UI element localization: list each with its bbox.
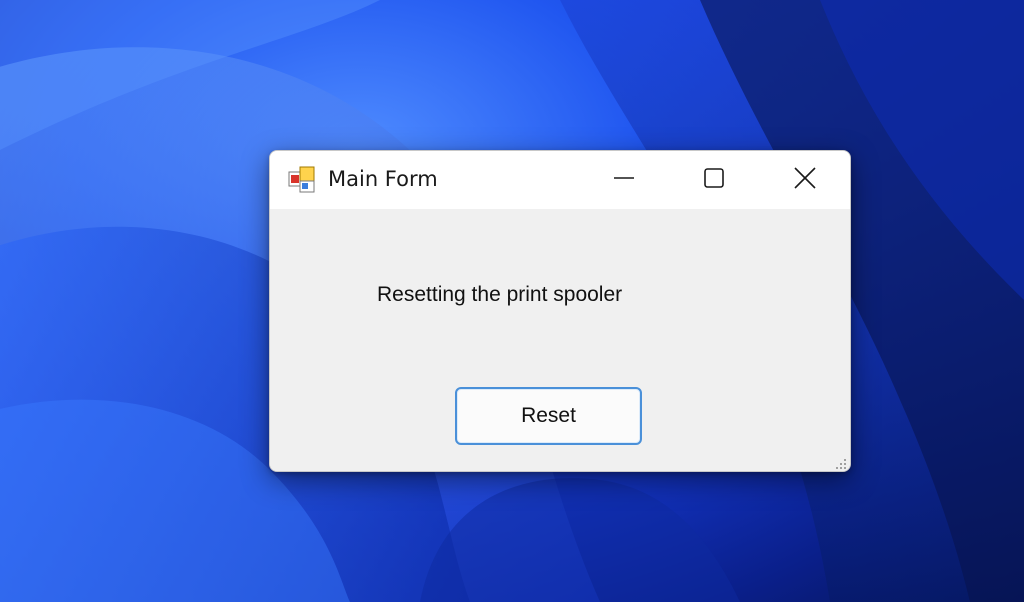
main-form-window: Main Form Resetting the print spooler Re… [269, 150, 851, 472]
minimize-icon [613, 167, 635, 194]
close-icon [794, 166, 816, 194]
maximize-button[interactable] [668, 151, 760, 209]
resize-grip-icon[interactable] [832, 455, 848, 471]
winforms-app-icon [288, 166, 316, 194]
form-client-area: Resetting the print spooler Reset [270, 209, 850, 471]
window-title: Main Form [328, 167, 438, 191]
minimize-button[interactable] [578, 151, 670, 209]
close-button[interactable] [758, 151, 850, 209]
maximize-icon [703, 167, 725, 194]
title-bar[interactable]: Main Form [270, 151, 850, 209]
status-label: Resetting the print spooler [377, 283, 623, 306]
reset-button[interactable]: Reset [455, 387, 642, 445]
